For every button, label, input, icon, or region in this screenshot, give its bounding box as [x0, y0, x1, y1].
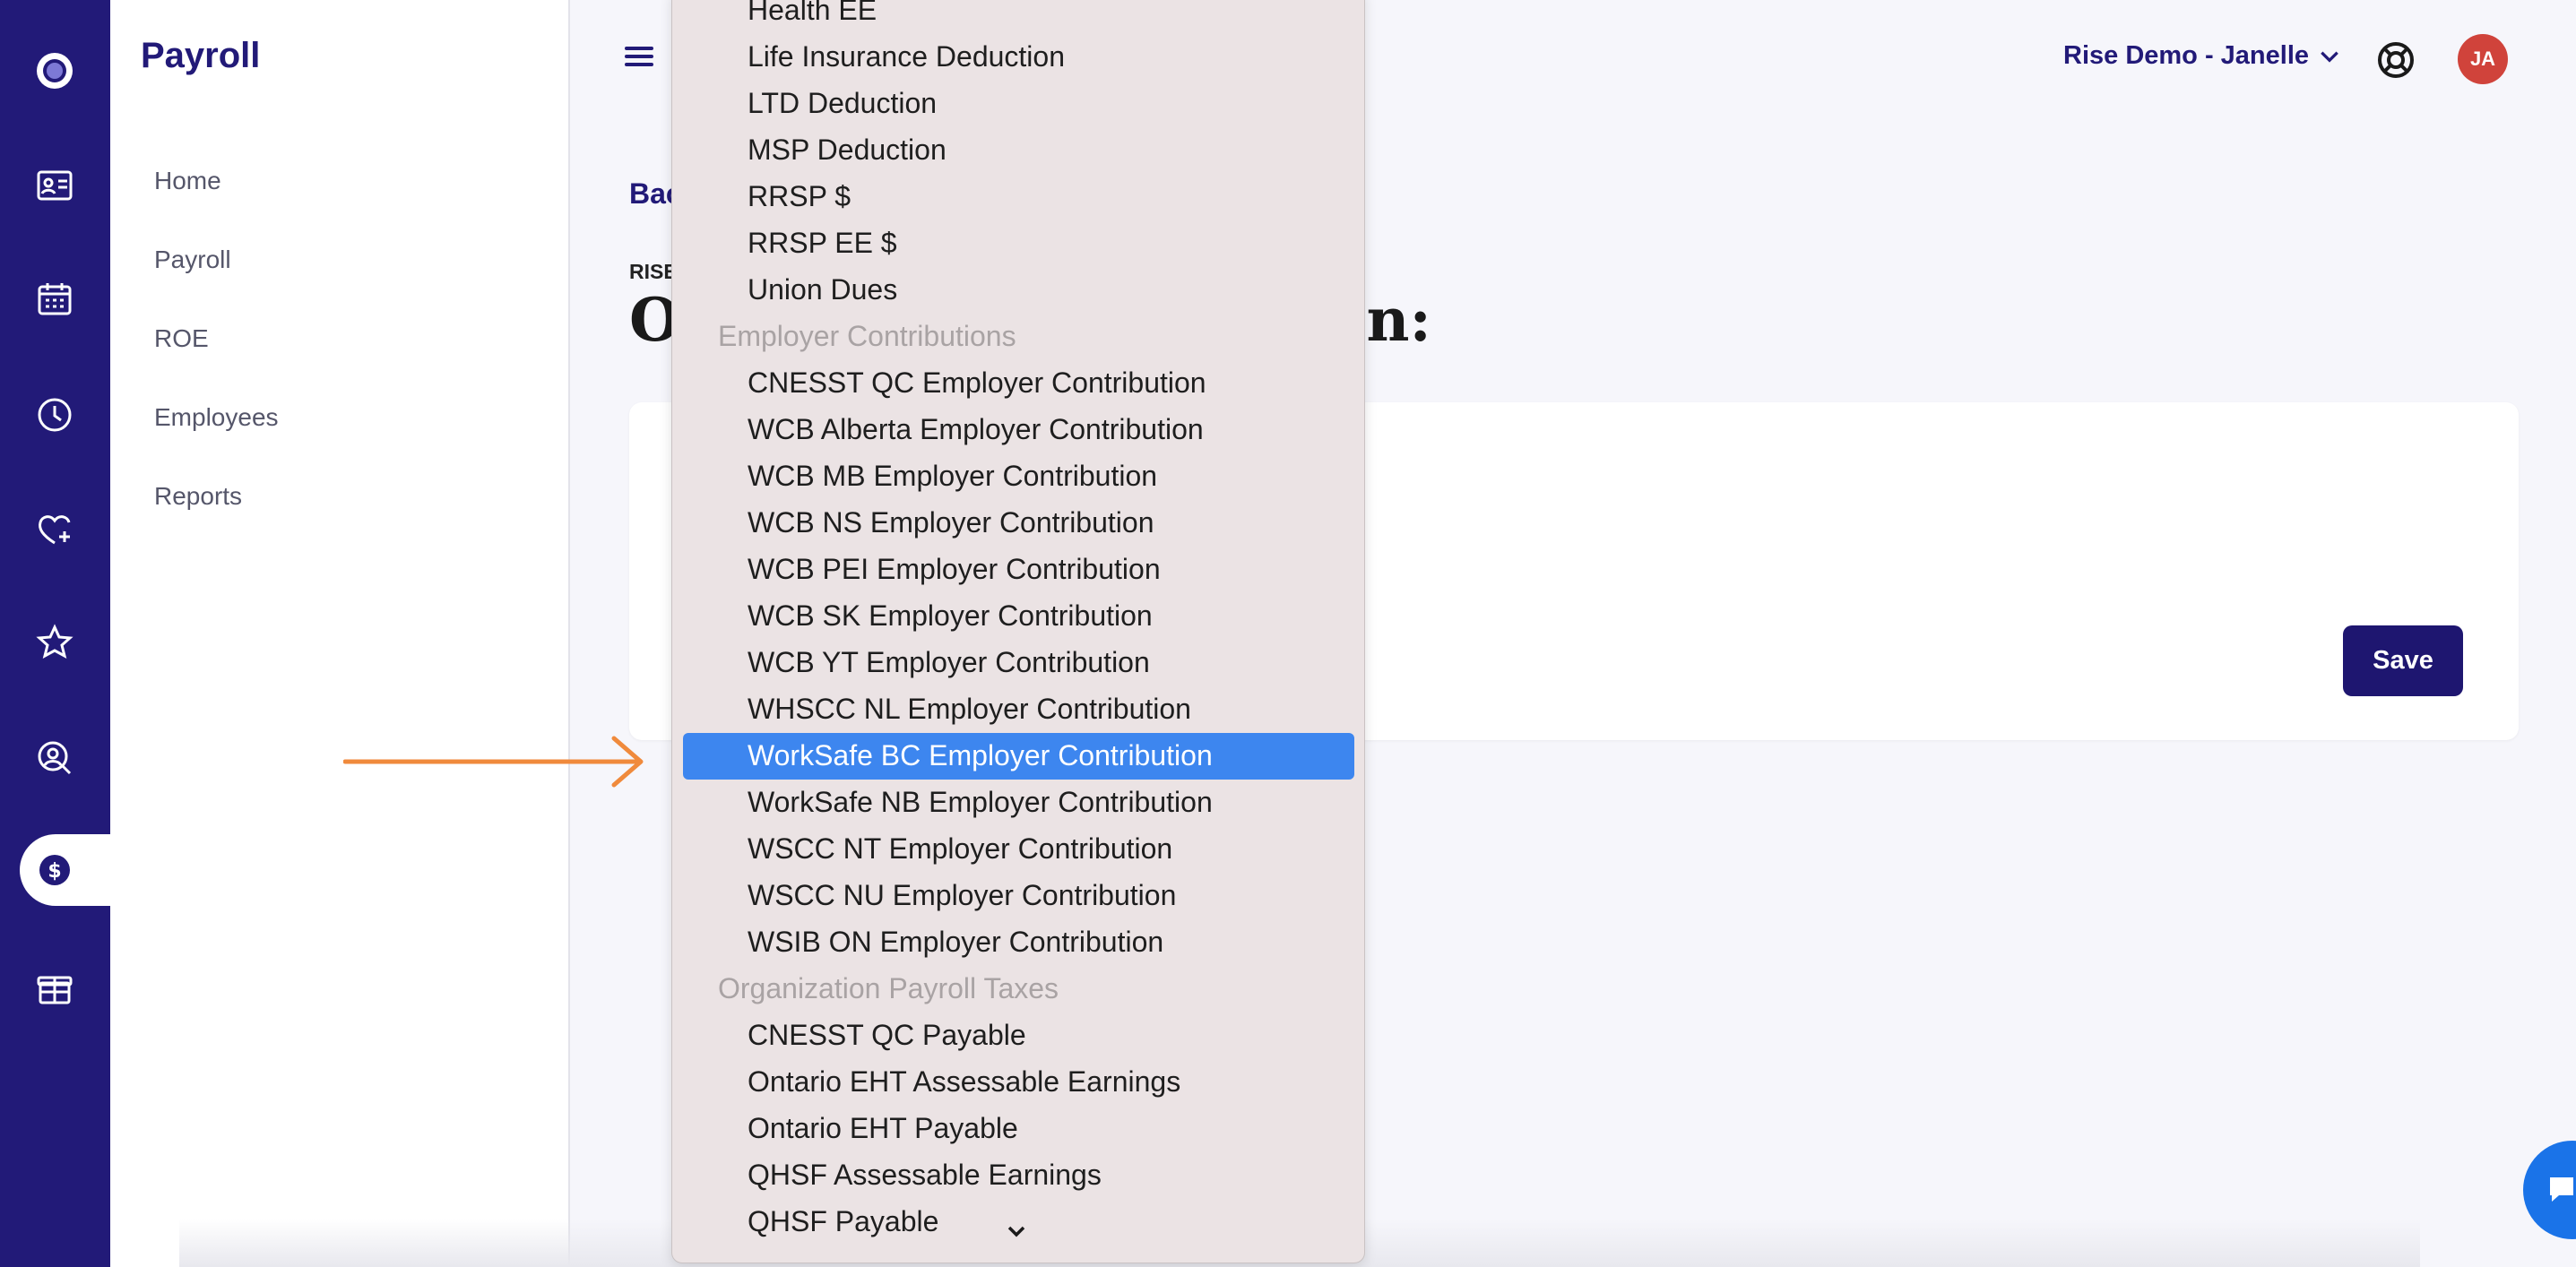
dropdown-option[interactable]: RRSP EE $	[748, 226, 897, 260]
dropdown-option[interactable]: LTD Deduction	[748, 86, 937, 120]
account-switcher[interactable]: Rise Demo - Janelle	[2063, 41, 2341, 71]
heart-plus-icon[interactable]	[34, 509, 75, 550]
dropdown-option[interactable]: WHSCC NL Employer Contribution	[748, 692, 1191, 726]
scroll-down-chevron-icon[interactable]	[1003, 1218, 1030, 1245]
dropdown-option[interactable]: Union Dues	[748, 272, 897, 306]
clock-icon[interactable]	[34, 394, 75, 435]
dropdown-option[interactable]: WCB YT Employer Contribution	[748, 645, 1150, 679]
search-person-icon[interactable]	[34, 737, 75, 779]
id-card-icon[interactable]	[34, 165, 75, 206]
dropdown-option[interactable]: MSP Deduction	[748, 133, 947, 167]
dropdown-option[interactable]: WCB MB Employer Contribution	[748, 459, 1157, 493]
pay-item-dropdown-list[interactable]: Health EE Life Insurance Deduction LTD Ded…	[671, 0, 1365, 1263]
dropdown-option[interactable]: CNESST QC Payable	[748, 1018, 1026, 1052]
svg-text:$: $	[48, 860, 61, 883]
dropdown-option[interactable]: WCB NS Employer Contribution	[748, 505, 1154, 539]
secondary-sidebar: Payroll Home Payroll ROE Employees Repor…	[110, 0, 570, 1267]
avatar[interactable]: JA	[2458, 34, 2508, 84]
account-label: Rise Demo - Janelle	[2063, 41, 2309, 70]
help-lifebuoy-icon[interactable]	[2375, 39, 2416, 81]
dropdown-option-selected[interactable]: WorkSafe BC Employer Contribution	[748, 738, 1213, 772]
dropdown-option[interactable]: Ontario EHT Payable	[748, 1111, 1018, 1145]
sidebar-item-home[interactable]: Home	[154, 167, 221, 195]
dropdown-option[interactable]: WSCC NT Employer Contribution	[748, 832, 1172, 866]
dropdown-option[interactable]: QHSF Payable	[748, 1204, 938, 1238]
chevron-down-icon	[2321, 51, 2338, 63]
sidebar-title: Payroll	[141, 36, 261, 75]
dropdown-option[interactable]: WSIB ON Employer Contribution	[748, 925, 1163, 959]
hamburger-menu-icon[interactable]	[622, 39, 656, 73]
chat-launcher-icon[interactable]	[2523, 1141, 2576, 1239]
dropdown-option[interactable]: CNESST QC Employer Contribution	[748, 366, 1206, 400]
dropdown-option[interactable]: RRSP $	[748, 179, 851, 213]
sidebar-item-payroll[interactable]: Payroll	[154, 246, 231, 274]
annotation-arrow-icon	[343, 736, 644, 788]
dropdown-option[interactable]: WorkSafe NB Employer Contribution	[748, 785, 1213, 819]
page-title-end: n:	[1366, 285, 1431, 355]
dropdown-option[interactable]: WSCC NU Employer Contribution	[748, 878, 1176, 912]
sidebar-item-roe[interactable]: ROE	[154, 324, 209, 353]
dropdown-option[interactable]: Health EE	[748, 0, 877, 27]
star-icon[interactable]	[34, 622, 75, 663]
dropdown-option[interactable]: Ontario EHT Assessable Earnings	[748, 1064, 1180, 1099]
dropdown-option[interactable]: WCB SK Employer Contribution	[748, 599, 1153, 633]
calendar-icon[interactable]	[34, 279, 75, 320]
dropdown-option[interactable]: QHSF Assessable Earnings	[748, 1158, 1102, 1192]
option-group-header: Employer Contributions	[718, 320, 1016, 352]
dropdown-option[interactable]: Life Insurance Deduction	[748, 39, 1065, 73]
sidebar-item-reports[interactable]: Reports	[154, 482, 242, 511]
company-eyebrow: RISE	[629, 260, 678, 283]
icon-rail: $	[0, 0, 113, 1267]
gift-box-icon[interactable]	[34, 968, 75, 1009]
dropdown-option[interactable]: WCB PEI Employer Contribution	[748, 552, 1161, 586]
dropdown-option[interactable]: WCB Alberta Employer Contribution	[748, 412, 1204, 446]
save-button[interactable]: Save	[2343, 625, 2463, 696]
sidebar-item-employees[interactable]: Employees	[154, 403, 279, 432]
option-group-header: Organization Payroll Taxes	[718, 972, 1059, 1004]
logo-icon[interactable]	[34, 50, 75, 91]
dollar-icon[interactable]: $	[34, 849, 75, 891]
